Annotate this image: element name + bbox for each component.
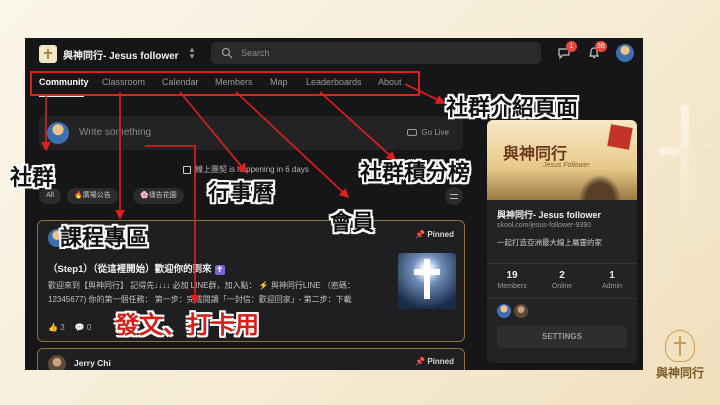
group-name[interactable]: 與神同行- Jesus follower: [63, 47, 179, 62]
stat-label: Online: [551, 283, 573, 290]
calendar-icon: [183, 165, 191, 174]
group-logo[interactable]: [39, 45, 57, 63]
settings-button[interactable]: SETTINGS: [497, 326, 627, 348]
chevron-updown-icon[interactable]: ▴ ▾: [187, 45, 197, 61]
annotation-about: 社群介紹頁面: [446, 96, 579, 121]
group-url[interactable]: skool.com/jesus-follower-9390: [497, 222, 591, 229]
stat-value: 19: [506, 270, 518, 281]
group-cover-image: 與神同行 Jesus Follower: [487, 120, 637, 200]
post-composer[interactable]: Write something Go Live: [39, 116, 463, 150]
brand-logo: 與神同行: [646, 330, 714, 400]
annotation-leaderboards: 社群積分榜: [360, 161, 471, 186]
user-avatar[interactable]: [616, 44, 634, 62]
top-bar: 與神同行- Jesus follower ▴▾ 1 36: [25, 38, 643, 68]
stat-value: 2: [559, 270, 565, 281]
annotation-classroom: 課程專區: [60, 226, 149, 251]
composer-placeholder[interactable]: Write something: [79, 127, 151, 138]
chip-prayer[interactable]: 🌸禱告花園: [133, 188, 184, 204]
pinned-label: 📌 Pinned: [415, 230, 454, 239]
group-title: 與神同行- Jesus follower: [497, 210, 602, 220]
go-live-button[interactable]: Go Live: [407, 128, 449, 137]
chip-announcements[interactable]: 🔥廣場公告: [67, 188, 118, 204]
avatar: [48, 355, 66, 370]
upcoming-event[interactable]: 線上團契 is happening in 6 days: [183, 164, 309, 175]
pinned-text: Pinned: [427, 357, 454, 366]
stat-value: 1: [609, 270, 615, 281]
stat-label: Admin: [602, 283, 622, 290]
chat-badge: 1: [566, 41, 577, 52]
go-live-label: Go Live: [421, 128, 449, 137]
search-input[interactable]: [241, 45, 521, 61]
cross-logo-icon: [44, 49, 52, 59]
pinned-text: Pinned: [427, 230, 454, 239]
stat-online[interactable]: 2 Online: [537, 270, 587, 290]
cross-icon: ✝: [214, 265, 225, 275]
like-count: 3: [60, 323, 65, 332]
stat-label: Members: [497, 283, 527, 290]
like-button[interactable]: 👍 3: [48, 323, 65, 332]
cross-logo-icon: [665, 330, 695, 362]
pinned-post[interactable]: Jerry Chi 📌 Pinned: [37, 348, 465, 370]
cover-tag: [607, 124, 633, 150]
avatar[interactable]: [514, 304, 528, 318]
stat-members[interactable]: 19 Members: [487, 270, 537, 290]
member-avatars: [497, 304, 528, 318]
cover-title: 與神同行: [503, 144, 568, 163]
avatar: [47, 122, 69, 144]
search-bar[interactable]: [211, 42, 541, 64]
pin-icon: 📌: [415, 357, 428, 366]
video-icon: [407, 129, 418, 136]
pin-icon: 📌: [415, 230, 428, 239]
post-actions: 👍 3 💬 0: [48, 323, 91, 332]
cover-people: [575, 170, 625, 200]
avatar[interactable]: [497, 304, 511, 318]
stat-admin[interactable]: 1 Admin: [587, 270, 637, 290]
nav-highlight-box: [30, 71, 420, 96]
annotation-calendar: 行事曆: [208, 181, 275, 206]
chat-button[interactable]: 1: [557, 41, 577, 60]
notifications-button[interactable]: 36: [587, 41, 607, 60]
event-text: 線上團契 is happening in 6 days: [195, 165, 309, 174]
notifications-badge: 36: [595, 41, 607, 52]
post-thumbnail[interactable]: [398, 253, 456, 309]
group-stats: 19 Members 2 Online 1 Admin: [487, 263, 637, 299]
post-title-text: （Step1）（從這裡開始）歡迎你的到來: [48, 264, 212, 275]
pinned-label: 📌 Pinned: [415, 357, 454, 366]
group-sidebar: 與神同行 Jesus Follower 與神同行- Jesus follower…: [487, 120, 637, 363]
comment-button[interactable]: 💬 0: [75, 323, 92, 332]
annotation-members: 會員: [330, 211, 375, 236]
post-body: 歡迎來到【與神同行】 記得先↓↓↓↓ 必加 LINE群，加入點： ⚡ 與神同行L…: [48, 281, 355, 304]
filter-button[interactable]: [445, 187, 463, 205]
brand-text: 與神同行: [655, 366, 704, 380]
background-cross: [655, 95, 715, 285]
comment-count: 0: [86, 323, 92, 332]
post-author[interactable]: Jerry Chi: [74, 358, 111, 368]
group-description: 一起打造亞洲最大線上屬靈的家: [497, 238, 602, 247]
search-icon: [221, 47, 233, 59]
annotation-post: 發文、打卡用: [115, 311, 259, 339]
cover-subtitle: Jesus Follower: [543, 162, 590, 169]
post-title[interactable]: （Step1）（從這裡開始）歡迎你的到來 ✝: [48, 261, 225, 275]
annotation-community: 社群: [10, 166, 55, 191]
